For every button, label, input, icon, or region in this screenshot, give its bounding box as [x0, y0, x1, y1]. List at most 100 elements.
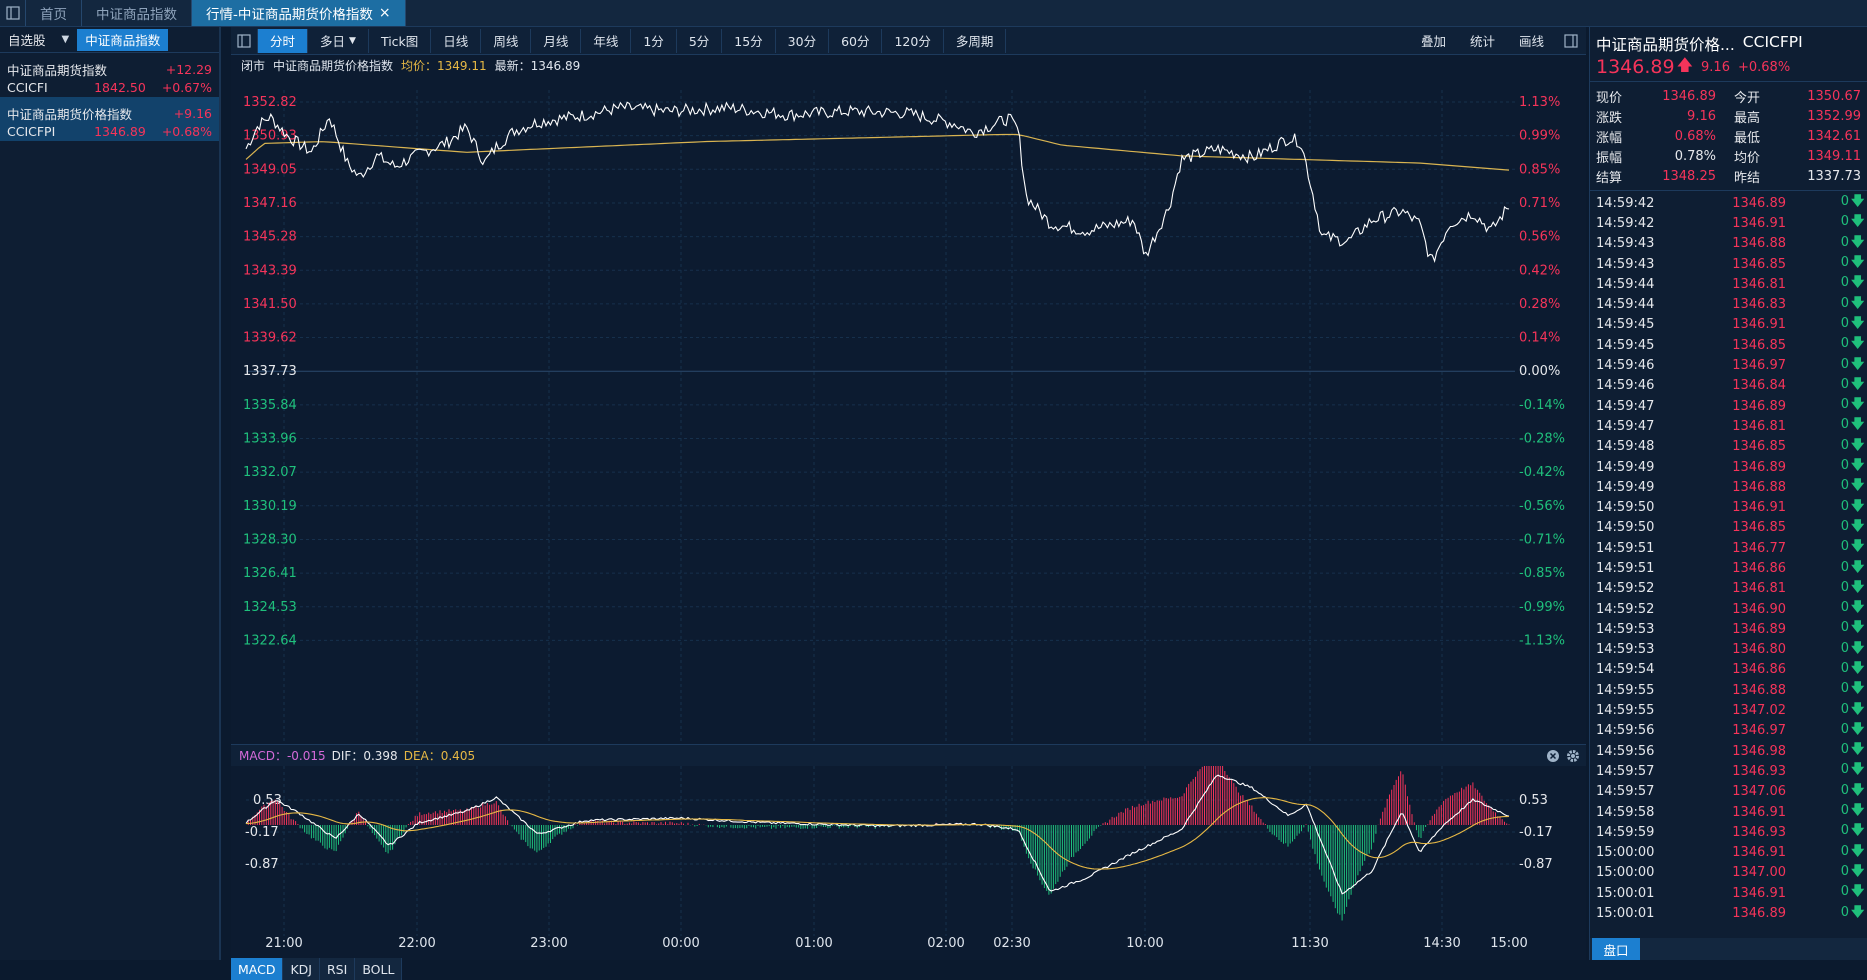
time-label: 01:00 [795, 936, 833, 951]
period-day[interactable]: 日线 [431, 28, 482, 53]
instrument-name: 中证商品期货价格指数 [273, 58, 394, 73]
tick-time: 14:59:59 [1596, 824, 1655, 840]
price-tick-label: 1326.41 [243, 566, 297, 581]
watchlist-item-ccicfi[interactable]: 中证商品期货指数 +12.29 CCICFI 1842.50 +0.67% [0, 53, 219, 97]
tick-price: 1346.88 [1732, 479, 1786, 495]
down-arrow-icon: 🡇 [1851, 315, 1865, 331]
tick-row: 14:59:49 1346.88 0 🡇 [1596, 477, 1865, 497]
tick-row: 14:59:57 1347.06 0 🡇 [1596, 782, 1864, 802]
period-120m[interactable]: 120分 [882, 28, 944, 53]
period-1m[interactable]: 1分 [631, 28, 677, 53]
stat-row: 涨幅 0.68% 最低 1342.61 [1596, 126, 1861, 146]
tick-volume: 0 [1840, 255, 1849, 271]
sidebar-toggle-icon[interactable] [231, 28, 258, 53]
tick-time: 15:00:01 [1596, 906, 1655, 922]
percent-tick-label: 0.56% [1519, 230, 1560, 245]
down-arrow-icon: 🡇 [1851, 742, 1865, 758]
tick-price: 1346.85 [1732, 439, 1786, 455]
period-60m[interactable]: 60分 [829, 28, 883, 53]
tick-price: 1346.91 [1732, 500, 1786, 516]
down-arrow-icon: 🡇 [1851, 194, 1865, 210]
tab-kdj[interactable]: KDJ [283, 958, 320, 980]
avg-price-line [245, 133, 1510, 171]
tab-rsi[interactable]: RSI [320, 958, 356, 980]
period-30m[interactable]: 30分 [776, 28, 830, 53]
tab-ccic-list[interactable]: 中证商品指数 [77, 28, 169, 51]
tick-time: 14:59:52 [1596, 601, 1655, 617]
price-chart[interactable]: 1352.821350.931349.051347.161345.281343.… [231, 75, 1586, 744]
tick-price: 1346.90 [1732, 601, 1786, 617]
tick-row: 14:59:51 1346.77 0 🡇 [1596, 538, 1864, 558]
tick-price: 1346.91 [1732, 885, 1786, 901]
tick-price: 1346.81 [1732, 418, 1786, 434]
close-icon[interactable]: × [379, 5, 391, 21]
tick-row: 14:59:47 1346.89 0 🡇 [1596, 396, 1864, 416]
period-intraday[interactable]: 分时 [258, 28, 309, 53]
tick-volume: 0 [1840, 579, 1849, 595]
down-arrow-icon: 🡇 [1851, 640, 1865, 656]
tick-row: 14:59:55 1347.02 0 🡇 [1596, 700, 1864, 720]
tab-quote-ccicfpi[interactable]: 行情-中证商品期货价格指数 × [192, 0, 406, 26]
down-arrow-icon: 🡇 [1851, 620, 1865, 636]
dif-value: DIF：0.398 [331, 749, 398, 763]
period-multi[interactable]: 多周期 [944, 28, 1007, 53]
period-year[interactable]: 年线 [581, 28, 632, 53]
tick-volume: 0 [1840, 803, 1849, 819]
tick-time: 14:59:52 [1596, 581, 1655, 597]
layout-toggle-icon[interactable] [0, 0, 26, 26]
close-icon[interactable] [1546, 749, 1560, 763]
down-arrow-icon: 🡇 [1851, 681, 1865, 697]
period-week[interactable]: 周线 [481, 28, 532, 53]
period-month[interactable]: 月线 [531, 28, 582, 53]
percent-tick-label: -0.42% [1519, 465, 1565, 480]
tick-volume: 0 [1840, 336, 1849, 352]
tick-price: 1346.85 [1732, 337, 1786, 353]
tick-row: 14:59:52 1346.81 0 🡇 [1596, 579, 1865, 599]
period-multiday[interactable]: 多日 ▼ [308, 28, 369, 53]
watchlist-item-ccicfpi[interactable]: 中证商品期货价格指数 +9.16 CCICFPI 1346.89 +0.68% [0, 97, 219, 141]
tick-time: 15:00:00 [1596, 845, 1655, 861]
tick-row: 14:59:52 1346.90 0 🡇 [1596, 599, 1864, 619]
macd-tick-label: -0.87 [1519, 857, 1553, 872]
period-15m[interactable]: 15分 [722, 28, 776, 53]
tick-price: 1347.02 [1732, 703, 1786, 719]
down-arrow-icon: 🡇 [1851, 579, 1865, 595]
tick-volume: 0 [1840, 539, 1849, 555]
time-label: 00:00 [662, 936, 700, 951]
gear-icon[interactable] [1566, 749, 1580, 763]
price-change-pct: +0.68% [1737, 59, 1791, 75]
tick-price: 1346.86 [1732, 560, 1786, 576]
tick-list[interactable]: 14:59:42 1346.89 0 🡇 14:59:42 1346.91 0 🡇 14:59:… [1590, 191, 1867, 924]
tab-order-book[interactable]: 盘口 [1592, 938, 1640, 960]
tick-volume: 0 [1840, 376, 1849, 392]
macd-chart[interactable]: 0.53 0.53-0.17 -0.17-0.87 -0.87 [231, 766, 1586, 936]
tick-row: 14:59:59 1346.93 0 🡇 [1596, 822, 1864, 842]
price-tick-label: 1324.53 [243, 600, 297, 615]
period-5m[interactable]: 5分 [677, 28, 723, 53]
tab-boll[interactable]: BOLL [355, 958, 403, 980]
tick-time: 14:59:51 [1596, 560, 1655, 576]
tick-volume: 0 [1840, 295, 1849, 311]
chevron-down-icon[interactable]: ▼ [62, 34, 70, 45]
up-arrow-icon: 🡅 [1676, 54, 1694, 74]
stats-button[interactable]: 统计 [1458, 29, 1507, 53]
tick-price: 1346.91 [1732, 317, 1786, 333]
tick-price: 1346.91 [1732, 215, 1786, 231]
tab-macd[interactable]: MACD [231, 958, 284, 980]
tick-price: 1346.81 [1732, 581, 1786, 597]
period-tick[interactable]: Tick图 [369, 28, 432, 53]
down-arrow-icon: 🡇 [1851, 478, 1865, 494]
tick-row: 14:59:49 1346.89 0 🡇 [1596, 457, 1864, 477]
stat-row: 现价 1346.89 今开 1350.67 [1596, 86, 1861, 106]
tick-price: 1346.91 [1732, 845, 1786, 861]
overlay-button[interactable]: 叠加 [1409, 29, 1458, 53]
tab-ccic-index[interactable]: 中证商品指数 [82, 0, 192, 26]
draw-button[interactable]: 画线 [1507, 29, 1556, 53]
tick-time: 14:59:56 [1596, 723, 1655, 739]
tick-volume: 0 [1840, 417, 1849, 433]
tick-time: 14:59:44 [1596, 297, 1655, 313]
down-arrow-icon: 🡇 [1851, 255, 1865, 271]
tab-watchlist[interactable]: 自选股 ▼ [0, 29, 77, 51]
panel-toggle-icon[interactable] [1556, 29, 1586, 53]
tab-home[interactable]: 首页 [26, 0, 82, 26]
